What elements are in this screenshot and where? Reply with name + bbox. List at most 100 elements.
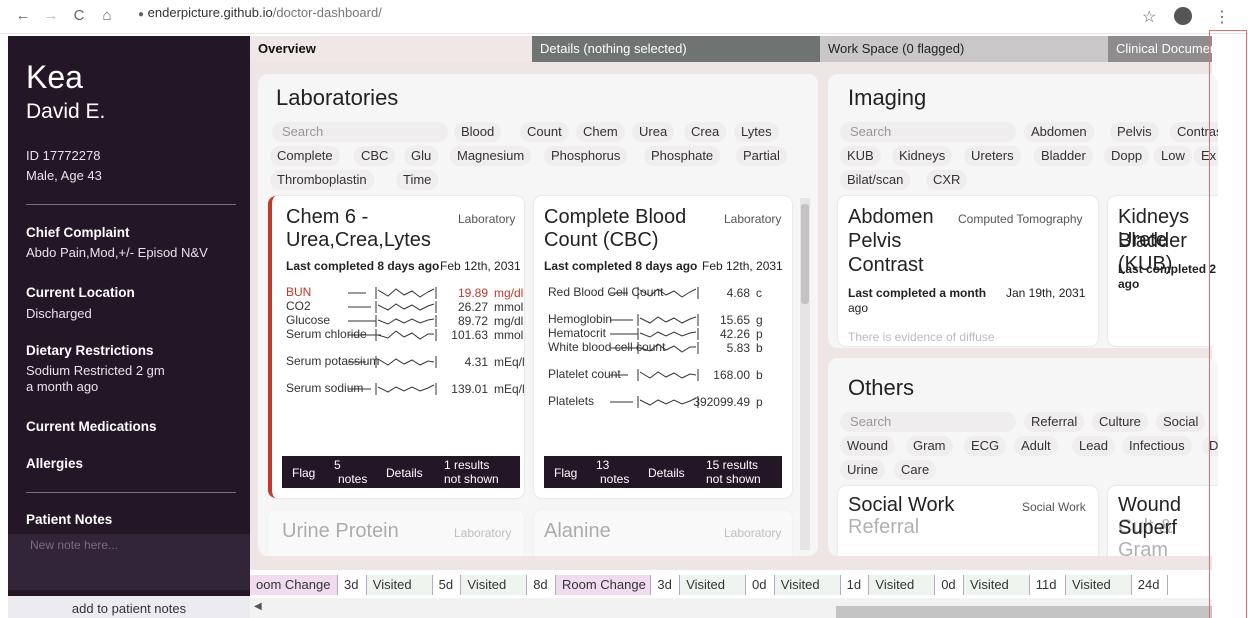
forward-icon[interactable]: → bbox=[42, 7, 60, 24]
labs-chip[interactable]: Partial bbox=[736, 146, 787, 166]
address-bar[interactable]: ● enderpicture.github.io/doctor-dashboar… bbox=[138, 5, 382, 20]
visit-timeline[interactable]: oom Change 3d Visited 5d Visited 8d Room Chang… bbox=[250, 573, 1212, 597]
flag-button[interactable]: Flag bbox=[554, 466, 577, 480]
others-chip[interactable]: Adult bbox=[1014, 436, 1058, 456]
timeline-interval[interactable]: 3d bbox=[651, 575, 681, 595]
imaging-chip[interactable]: Kidneys bbox=[892, 146, 953, 166]
labs-chip[interactable]: Urea bbox=[632, 122, 675, 142]
others-chip[interactable]: Referral bbox=[1024, 412, 1085, 432]
result-row[interactable]: Serum sodium 139.01 mEq/l bbox=[286, 382, 525, 408]
imaging-chip[interactable]: KUB bbox=[840, 146, 881, 166]
labs-chip[interactable]: Phosphorus bbox=[544, 146, 628, 166]
others-chip[interactable]: Urine bbox=[840, 460, 886, 480]
bookmark-star-icon[interactable]: ☆ bbox=[1142, 7, 1156, 27]
labs-chip[interactable]: Magnesium bbox=[450, 146, 532, 166]
timeline-interval[interactable]: 0d bbox=[746, 575, 775, 595]
labs-chip[interactable]: Count bbox=[520, 122, 569, 142]
cbc-card[interactable]: Complete Blood Count (CBC) Laboratory La… bbox=[534, 196, 792, 498]
medications-label[interactable]: Current Medications bbox=[26, 419, 157, 434]
flag-button[interactable]: Flag bbox=[292, 466, 315, 480]
timeline-interval[interactable]: 3d bbox=[338, 575, 367, 595]
wound-culture-card[interactable]: Wound Superf Cult & Gram bbox=[1108, 486, 1218, 556]
details-button[interactable]: Details bbox=[648, 466, 685, 480]
others-chip[interactable]: Gram bbox=[906, 436, 953, 456]
imaging-chip[interactable]: Abdomen bbox=[1024, 122, 1094, 142]
imaging-chip[interactable]: Bladder bbox=[1034, 146, 1093, 166]
details-button[interactable]: Details bbox=[386, 466, 423, 480]
profile-avatar-icon[interactable] bbox=[1174, 7, 1192, 25]
kub-card[interactable]: Kidneys Urete Bladder (KUB) Last complet… bbox=[1108, 196, 1218, 346]
others-chip[interactable]: Lead bbox=[1072, 436, 1115, 456]
labs-chip[interactable]: Blood bbox=[454, 122, 502, 142]
timeline-event[interactable]: Visited bbox=[680, 575, 746, 595]
social-work-card[interactable]: Social Work Referral Social Work bbox=[838, 486, 1098, 556]
labs-chip[interactable]: Glu bbox=[404, 146, 439, 166]
result-row[interactable]: Serum chloride 101.63 mmol bbox=[286, 328, 523, 354]
result-row[interactable]: Hematocrit 42.26 p bbox=[548, 327, 780, 342]
others-chip[interactable]: Culture bbox=[1092, 412, 1148, 432]
add-note-button[interactable]: add to patient notes bbox=[8, 596, 250, 618]
timeline-interval[interactable]: 5d bbox=[432, 575, 462, 595]
scroll-thumb[interactable] bbox=[836, 606, 1212, 618]
timeline-event[interactable]: oom Change bbox=[250, 575, 338, 595]
labs-chip[interactable]: Lytes bbox=[734, 122, 779, 142]
labs-chip[interactable]: Crea bbox=[684, 122, 727, 142]
labs-chip[interactable]: Phosphate bbox=[644, 146, 721, 166]
others-chip[interactable]: Infectious bbox=[1122, 436, 1192, 456]
labs-scroll-thumb[interactable] bbox=[801, 204, 809, 304]
tab-overview[interactable]: Overview bbox=[250, 36, 532, 62]
others-chip[interactable]: Care bbox=[894, 460, 937, 480]
horizontal-scrollbar[interactable]: ◀ bbox=[250, 598, 1212, 618]
timeline-interval[interactable]: 1d bbox=[840, 575, 870, 595]
labs-chip[interactable]: Thromboplastin bbox=[270, 170, 374, 190]
imaging-chip[interactable]: Bilat/scan bbox=[840, 170, 911, 190]
allergies-label[interactable]: Allergies bbox=[26, 456, 83, 471]
result-row[interactable]: Glucose 89.72 mg/dl bbox=[286, 314, 523, 329]
timeline-event[interactable]: Visited bbox=[869, 575, 936, 595]
abdomen-ct-card[interactable]: Abdomen Pelvis Contrast Computed Tomogra… bbox=[838, 196, 1098, 346]
imaging-chip[interactable]: Ureters bbox=[964, 146, 1021, 166]
labs-chip[interactable]: CBC bbox=[354, 146, 396, 166]
labs-search-input[interactable]: Search bbox=[272, 122, 448, 142]
labs-chip[interactable]: Complete bbox=[270, 146, 340, 166]
result-row[interactable]: Serum potassium 4.31 mEq/l bbox=[286, 355, 525, 381]
notes-label[interactable]: notes bbox=[600, 472, 629, 486]
notes-count[interactable]: 5 bbox=[334, 458, 341, 472]
tab-details[interactable]: Details (nothing selected) bbox=[532, 36, 820, 62]
timeline-event[interactable]: Visited bbox=[461, 575, 528, 595]
timeline-event[interactable]: Visited bbox=[964, 575, 1030, 595]
imaging-search-input[interactable]: Search bbox=[840, 122, 1016, 142]
others-search-input[interactable]: Search bbox=[840, 412, 1016, 432]
notes-label[interactable]: notes bbox=[338, 472, 367, 486]
result-row[interactable]: Red Blood Cell Count 4.68 c bbox=[548, 286, 780, 312]
others-chip[interactable]: ECG bbox=[964, 436, 1007, 456]
timeline-interval[interactable]: 0d bbox=[935, 575, 964, 595]
imaging-chip[interactable]: Dopp bbox=[1104, 146, 1150, 166]
result-row[interactable]: Hemoglobin 15.65 g bbox=[548, 313, 780, 328]
labs-scrollbar[interactable] bbox=[800, 198, 810, 550]
timeline-interval[interactable]: 11d bbox=[1029, 575, 1066, 595]
reload-icon[interactable]: C bbox=[70, 7, 88, 24]
tab-clinical-documents[interactable]: Clinical Documents bbox=[1108, 36, 1227, 62]
others-chip[interactable]: Social bbox=[1156, 412, 1206, 432]
chem6-card[interactable]: Chem 6 - Urea,Crea,Lytes Laboratory Last… bbox=[268, 196, 525, 498]
labs-chip[interactable]: Time bbox=[396, 170, 439, 190]
result-row[interactable]: White blood cell count 5.83 b bbox=[548, 341, 780, 367]
timeline-event[interactable]: Visited bbox=[366, 575, 433, 595]
timeline-event[interactable]: Visited bbox=[1066, 575, 1132, 595]
timeline-interval[interactable]: 24d bbox=[1131, 575, 1168, 595]
imaging-chip[interactable]: Low bbox=[1154, 146, 1192, 166]
timeline-event[interactable]: Room Change bbox=[556, 575, 652, 595]
scroll-left-icon[interactable]: ◀ bbox=[254, 601, 262, 612]
timeline-interval[interactable]: 8d bbox=[527, 575, 556, 595]
home-icon[interactable]: ⌂ bbox=[98, 7, 116, 24]
tab-work-space[interactable]: Work Space (0 flagged) bbox=[820, 36, 1108, 62]
back-icon[interactable]: ← bbox=[14, 7, 32, 24]
alanine-card[interactable]: Alanine Laboratory bbox=[534, 510, 792, 556]
browser-menu-icon[interactable]: ⋮ bbox=[1214, 7, 1230, 27]
result-row[interactable]: CO2 26.27 mmol bbox=[286, 300, 523, 315]
notes-count[interactable]: 13 bbox=[596, 458, 609, 472]
imaging-chip[interactable]: CXR bbox=[926, 170, 968, 190]
result-row[interactable]: Platelet count 168.00 b bbox=[548, 368, 780, 394]
result-row[interactable]: Platelets 392099.49 p bbox=[548, 395, 780, 410]
